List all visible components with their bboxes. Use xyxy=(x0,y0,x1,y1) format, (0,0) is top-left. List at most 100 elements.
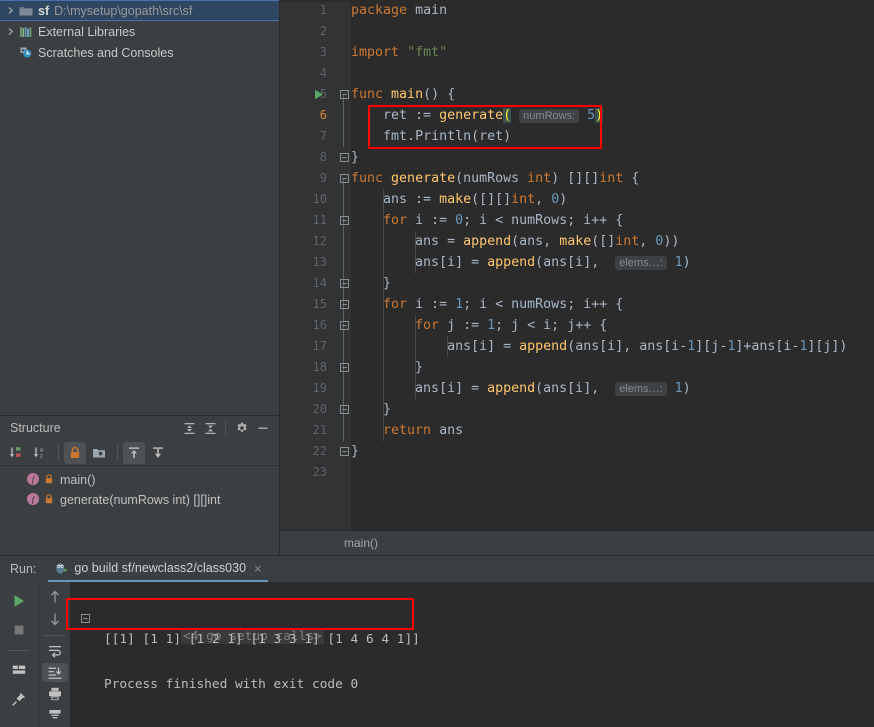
console-line-exit: Process finished with exit code 0 xyxy=(104,677,359,692)
run-tab-bar: Run: go build sf/newclass2/class030 × xyxy=(0,556,874,582)
arrow-up-icon[interactable] xyxy=(42,588,68,607)
lock-icon[interactable] xyxy=(64,441,86,464)
tree-item-scratches-label: Scratches and Consoles xyxy=(38,45,174,60)
editor-gutter[interactable]: 1 2 3 4 5 6 7 8 9 10 11 12 13 14 15 16 1… xyxy=(280,0,337,530)
code-line-1: package main xyxy=(351,3,448,18)
sort-alphabetically-icon[interactable]: a z xyxy=(29,442,51,464)
minimize-icon[interactable] xyxy=(253,418,273,438)
console-line-setup-calls[interactable]: <4 go setup calls> xyxy=(104,608,324,644)
line-number: 6 xyxy=(319,108,327,122)
line-number: 15 xyxy=(312,297,327,311)
run-controls-left xyxy=(0,582,38,727)
run-controls-right xyxy=(38,582,70,727)
tree-item-scratches-consoles[interactable]: Scratches and Consoles xyxy=(0,42,279,63)
collapse-all-icon[interactable] xyxy=(200,418,220,438)
tree-item-sf-path: D:\mysetup\gopath\src\sf xyxy=(54,3,193,18)
editor-scrollbar[interactable] xyxy=(862,0,874,530)
code-line-9: func generate(numRows int) [][]int { xyxy=(351,171,640,186)
fold-collapse-icon[interactable] xyxy=(339,315,349,336)
line-number: 16 xyxy=(312,318,327,332)
run-console[interactable]: <4 go setup calls> [[1] [1 1] [1 2 1] [1… xyxy=(70,582,874,727)
code-line-13: ans[i] = append(ans[i], elems…: 1) xyxy=(415,255,691,270)
code-text-area[interactable]: package main import "fmt" func main() { … xyxy=(351,0,874,530)
editor-fold-strip[interactable] xyxy=(337,0,351,530)
structure-item-generate-label: generate(numRows int) [][]int xyxy=(60,493,221,507)
scroll-to-end-icon[interactable] xyxy=(41,663,68,682)
breadcrumb-main[interactable]: main() xyxy=(344,536,378,550)
collapse-node-icon[interactable] xyxy=(147,442,169,464)
line-number: 18 xyxy=(312,360,327,374)
file-group-icon[interactable] xyxy=(88,442,110,464)
code-line-20: } xyxy=(383,402,392,417)
tree-item-sf-root[interactable]: sf D:\mysetup\gopath\src\sf xyxy=(0,0,279,21)
line-number: 19 xyxy=(312,381,327,395)
close-icon[interactable]: × xyxy=(254,561,262,576)
structure-header: Structure xyxy=(0,416,279,440)
lock-icon xyxy=(44,493,54,508)
run-gutter-icon[interactable] xyxy=(313,84,325,105)
fold-collapse-icon[interactable] xyxy=(339,399,349,420)
structure-list: f main() f generate(numRows int) [][]int xyxy=(0,466,279,510)
line-number: 22 xyxy=(312,444,327,458)
code-line-17: ans[i] = append(ans[i], ans[i-1][j-1]+an… xyxy=(447,339,848,354)
line-number: 2 xyxy=(319,24,327,38)
console-line-output: [[1] [1 1] [1 2 1] [1 3 3 1] [1 4 6 4 1]… xyxy=(104,632,420,647)
stop-button[interactable] xyxy=(6,617,32,643)
clear-all-icon[interactable] xyxy=(42,706,68,725)
fold-collapse-icon[interactable] xyxy=(339,84,349,105)
line-number: 7 xyxy=(319,129,327,143)
expand-all-icon[interactable] xyxy=(179,418,199,438)
line-number: 3 xyxy=(319,45,327,59)
structure-item-main-label: main() xyxy=(60,473,96,487)
code-line-8: } xyxy=(351,150,360,165)
left-tool-column: sf D:\mysetup\gopath\src\sf External Lib… xyxy=(0,0,280,555)
code-editor[interactable]: 1 2 3 4 5 6 7 8 9 10 11 12 13 14 15 16 1… xyxy=(280,0,874,530)
function-icon: f xyxy=(26,472,40,489)
line-number: 14 xyxy=(312,276,327,290)
line-number: 11 xyxy=(312,213,327,227)
structure-item-main[interactable]: f main() xyxy=(0,470,279,490)
code-line-19: ans[i] = append(ans[i], elems…: 1) xyxy=(415,381,691,396)
tree-item-external-libraries[interactable]: External Libraries xyxy=(0,21,279,42)
run-body: <4 go setup calls> [[1] [1 1] [1 2 1] [1… xyxy=(0,582,874,727)
arrow-down-icon[interactable] xyxy=(42,610,68,629)
pin-icon[interactable] xyxy=(6,686,32,712)
sort-by-visibility-icon[interactable] xyxy=(5,442,27,464)
fold-collapse-icon[interactable] xyxy=(339,441,349,462)
fold-collapse-icon[interactable] xyxy=(339,210,349,231)
line-number: 8 xyxy=(319,150,327,164)
line-number: 4 xyxy=(319,66,327,80)
scratches-icon xyxy=(17,46,35,59)
code-line-10: ans := make([][]int, 0) xyxy=(383,192,568,207)
fold-collapse-icon[interactable] xyxy=(339,294,349,315)
fold-collapse-icon[interactable] xyxy=(339,147,349,168)
console-fold-icon[interactable] xyxy=(80,609,91,628)
soft-wrap-icon[interactable] xyxy=(42,642,68,661)
structure-item-generate[interactable]: f generate(numRows int) [][]int xyxy=(0,490,279,510)
divider xyxy=(43,635,66,636)
line-number: 9 xyxy=(319,171,327,185)
fold-collapse-icon[interactable] xyxy=(339,168,349,189)
inlay-hint-elems: elems…: xyxy=(615,382,667,396)
fold-collapse-icon[interactable] xyxy=(339,273,349,294)
line-number: 13 xyxy=(312,255,327,269)
code-line-22: } xyxy=(351,444,360,459)
inlay-hint-numrows: numRows: xyxy=(519,109,580,123)
folder-icon xyxy=(17,5,35,17)
print-icon[interactable] xyxy=(42,685,68,704)
chevron-right-icon[interactable] xyxy=(4,27,17,36)
expand-node-icon[interactable] xyxy=(123,441,145,464)
code-line-15: for i := 1; i < numRows; i++ { xyxy=(383,297,624,312)
gear-icon[interactable] xyxy=(232,418,252,438)
line-number: 23 xyxy=(312,465,327,479)
library-icon xyxy=(17,26,35,38)
rerun-button[interactable] xyxy=(6,588,32,614)
editor-breadcrumb[interactable]: main() xyxy=(280,530,874,555)
fold-collapse-icon[interactable] xyxy=(339,357,349,378)
layout-icon[interactable] xyxy=(6,657,32,683)
line-number: 20 xyxy=(312,402,327,416)
run-tab-go-build[interactable]: go build sf/newclass2/class030 × xyxy=(48,556,268,582)
chevron-right-icon[interactable] xyxy=(4,6,17,15)
